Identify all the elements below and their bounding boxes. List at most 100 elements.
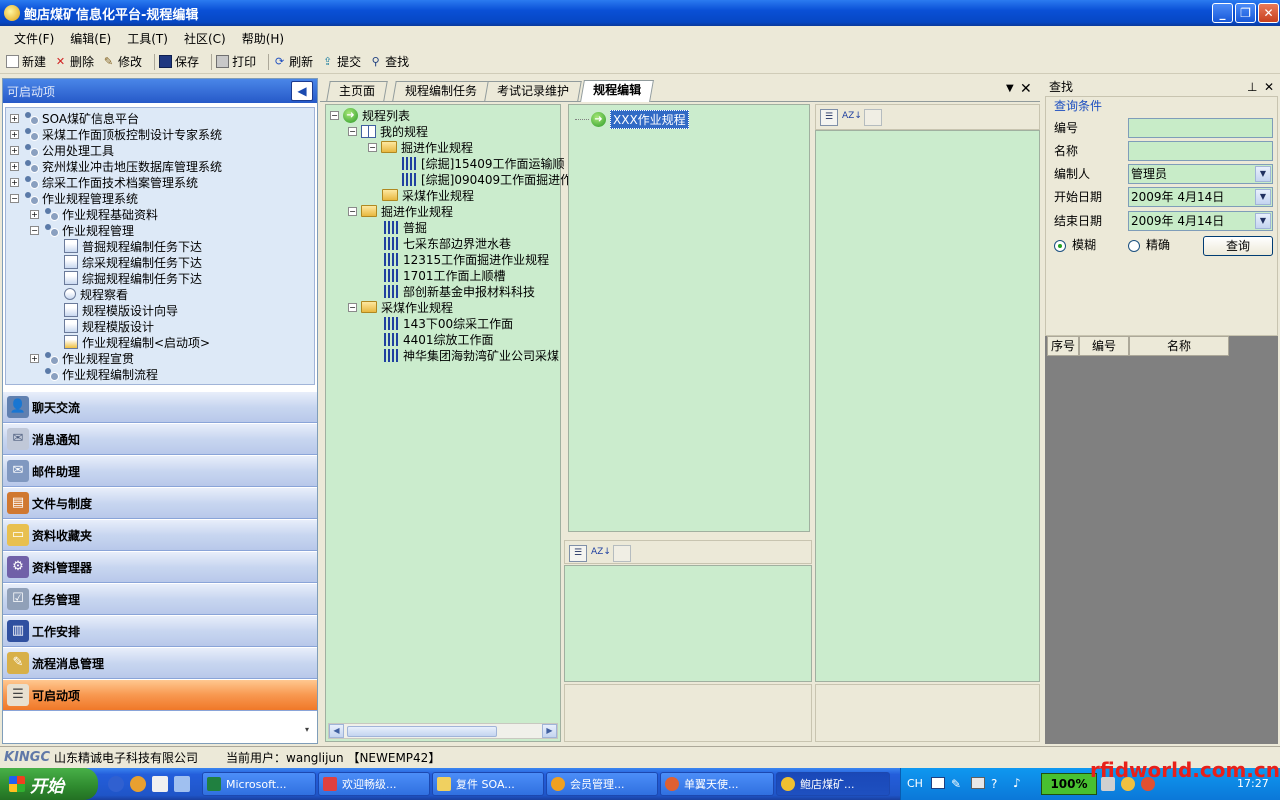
tree-item[interactable]: − 掘进作业规程 (368, 139, 473, 155)
save-button[interactable]: 保存 (159, 53, 199, 70)
fuzzy-radio[interactable]: 模糊 (1054, 236, 1096, 253)
tree-item[interactable]: + 综采工作面技术档案管理系统 (10, 174, 198, 190)
number-input[interactable] (1128, 118, 1273, 138)
query-button[interactable]: 查询 (1203, 236, 1273, 256)
column-header[interactable]: 序号 (1047, 336, 1079, 356)
collapse-icon[interactable]: − (30, 225, 39, 235)
categorized-icon[interactable]: ☰ (569, 544, 587, 562)
tab-home[interactable]: 主页面 (326, 81, 388, 101)
menu-community[interactable]: 社区(C) (184, 30, 226, 47)
sort-az-icon[interactable]: AZ↓ (591, 545, 611, 562)
refresh-button[interactable]: ⟳ 刷新 (273, 53, 313, 70)
menu-help[interactable]: 帮助(H) (242, 30, 284, 47)
exact-radio[interactable]: 精确 (1128, 236, 1170, 253)
nav-startable-items[interactable]: ☰ 可启动项 (3, 680, 317, 711)
end-date-picker[interactable]: 2009年 4月14日 ▼ (1128, 211, 1273, 231)
expand-icon[interactable]: + (10, 145, 19, 155)
media-icon[interactable] (130, 776, 146, 792)
task-soa[interactable]: 复件 SOA... (432, 772, 544, 796)
collapse-icon[interactable]: − (348, 126, 357, 136)
expand-icon[interactable]: + (10, 161, 19, 171)
column-header[interactable]: 名称 (1129, 336, 1229, 356)
tree-item[interactable]: 七采东部边界泄水巷 (384, 235, 511, 251)
task-welcome[interactable]: 欢迎畅级... (318, 772, 430, 796)
print-button[interactable]: 打印 (216, 53, 256, 70)
task-member[interactable]: 会员管理... (546, 772, 658, 796)
tree-item[interactable]: 神华集团海勃湾矿业公司采煤 (384, 347, 560, 363)
chevron-down-icon[interactable]: ▼ (1255, 189, 1271, 205)
nav-favorites[interactable]: ▭ 资料收藏夹 (3, 520, 317, 551)
expand-icon[interactable]: + (10, 129, 19, 139)
collapse-panel-button[interactable]: ◀ (291, 81, 313, 101)
start-button[interactable]: 开始 (0, 768, 98, 800)
tree-root[interactable]: − ➜ 规程列表 (330, 107, 410, 123)
expand-icon[interactable]: + (30, 209, 39, 219)
collapse-icon[interactable]: − (348, 302, 357, 312)
tree-item[interactable]: 普掘 (384, 219, 427, 235)
task-angel[interactable]: 单翼天使... (660, 772, 774, 796)
chevron-down-icon[interactable]: ▼ (1255, 213, 1271, 229)
desktop-icon[interactable] (174, 776, 190, 792)
close-button[interactable]: ✕ (1258, 3, 1279, 23)
tree-item[interactable]: 部创新基金申报材料科技 (384, 283, 535, 299)
tree-item[interactable]: 规程模版设计向导 (64, 302, 178, 318)
tree-item[interactable]: − 作业规程管理 (30, 222, 134, 238)
column-header[interactable]: 编号 (1079, 336, 1129, 356)
collapse-icon[interactable]: − (330, 110, 339, 120)
tree-item[interactable]: − 我的规程 (348, 123, 428, 139)
tab-exam-records[interactable]: 考试记录维护 (484, 81, 582, 101)
tree-item[interactable]: + 兖州煤业冲击地压数据库管理系统 (10, 158, 222, 174)
tree-item[interactable]: + 公用处理工具 (10, 142, 114, 158)
expand-icon[interactable]: + (10, 113, 19, 123)
collapse-icon[interactable]: − (368, 142, 377, 152)
tab-compile-tasks[interactable]: 规程编制任务 (392, 81, 490, 101)
menu-tools[interactable]: 工具(T) (127, 30, 168, 47)
tree-item[interactable]: + SOA煤矿信息平台 (10, 110, 139, 126)
nav-flow-messages[interactable]: ✎ 流程消息管理 (3, 648, 317, 679)
submit-button[interactable]: ⇪ 提交 (321, 53, 361, 70)
task-baodian[interactable]: 鲍店煤矿... (776, 772, 890, 796)
horizontal-scrollbar[interactable]: ◀ ▶ (328, 723, 558, 739)
modify-button[interactable]: ✎ 修改 (102, 53, 142, 70)
scroll-left-icon[interactable]: ◀ (329, 724, 344, 738)
tree-item[interactable]: + 采煤工作面顶板控制设计专家系统 (10, 126, 222, 142)
chevron-down-icon[interactable]: ▼ (1255, 166, 1271, 182)
nav-task-management[interactable]: ☑ 任务管理 (3, 584, 317, 615)
tree-item[interactable]: 1701工作面上顺槽 (384, 267, 506, 283)
nav-notifications[interactable]: ✉ 消息通知 (3, 424, 317, 455)
categorized-icon[interactable]: ☰ (820, 108, 838, 126)
nav-overflow-chevron-icon[interactable]: ▾ (305, 725, 309, 734)
tree-item[interactable]: 综掘规程编制任务下达 (64, 270, 202, 286)
nav-work-schedule[interactable]: ▥ 工作安排 (3, 616, 317, 647)
sort-az-icon[interactable]: AZ↓ (842, 109, 862, 126)
property-pages-icon[interactable] (613, 544, 631, 562)
tree-item[interactable]: − 掘进作业规程 (348, 203, 453, 219)
pen-icon[interactable]: ✎ (951, 777, 961, 791)
volume-icon[interactable]: ♪ (1013, 776, 1021, 790)
tree-item[interactable]: 采煤作业规程 (382, 187, 474, 203)
tree-item[interactable]: 普掘规程编制任务下达 (64, 238, 202, 254)
tree-item[interactable]: 143下00综采工作面 (384, 315, 513, 331)
tree-item[interactable]: 规程模版设计 (64, 318, 154, 334)
pin-icon[interactable]: ⊥ (1247, 78, 1257, 96)
ie-icon[interactable] (108, 776, 124, 792)
tree-item[interactable]: [综掘]15409工作面运输顺 (402, 155, 565, 171)
tab-regulation-edit[interactable]: 规程编辑 (580, 80, 654, 102)
collapse-icon[interactable]: − (10, 193, 19, 203)
zoom-indicator[interactable]: 100% (1041, 773, 1097, 795)
find-button[interactable]: ⚲ 查找 (369, 53, 410, 70)
close-panel-icon[interactable]: ✕ (1264, 78, 1274, 96)
start-date-picker[interactable]: 2009年 4月14日 ▼ (1128, 187, 1273, 207)
tree-item[interactable]: + 作业规程宣贯 (30, 350, 134, 366)
nav-chat[interactable]: 👤 聊天交流 (3, 392, 317, 423)
tree-item[interactable]: 作业规程编制流程 (43, 366, 158, 382)
nav-documents[interactable]: ▤ 文件与制度 (3, 488, 317, 519)
tree-item[interactable]: + 作业规程基础资料 (30, 206, 158, 222)
new-button[interactable]: 新建 (6, 53, 46, 70)
tree-item[interactable]: − 作业规程管理系统 (10, 190, 138, 206)
tree-item[interactable]: 12315工作面掘进作业规程 (384, 251, 549, 267)
tree-item[interactable]: 4401综放工作面 (384, 331, 494, 347)
collapse-icon[interactable]: − (348, 206, 357, 216)
tab-list-dropdown-icon[interactable]: ▼ (1006, 83, 1014, 94)
delete-button[interactable]: ✕ 删除 (54, 53, 94, 70)
